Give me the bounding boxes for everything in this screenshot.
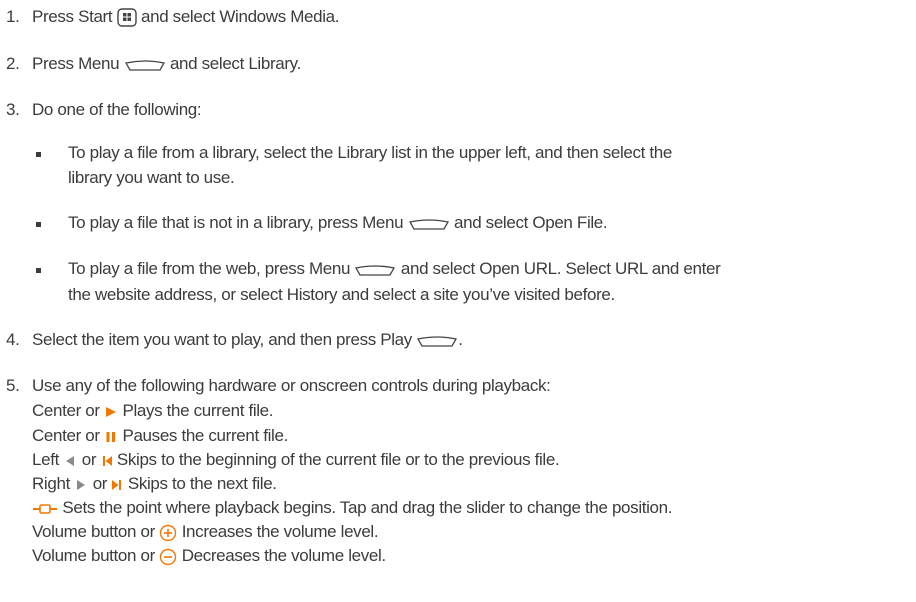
sub-item-3-post: and select Open URL. Select URL and ente… (400, 259, 721, 278)
sub-item-2-text: To play a file that is not in a library,… (68, 212, 608, 234)
menu-softkey-icon (354, 263, 396, 277)
pause-icon (104, 430, 118, 444)
menu-softkey-icon (408, 217, 450, 231)
step-number: 4. (6, 330, 20, 349)
left-arrow-icon (63, 454, 77, 468)
control-pause: Center or Pauses the current file. (32, 426, 288, 445)
play-softkey-icon (416, 334, 458, 348)
play-icon (104, 405, 118, 419)
seek-slider-icon (32, 502, 58, 516)
sub-item-3-line2: the website address, or select History a… (68, 285, 615, 304)
volume-up-icon (159, 524, 177, 542)
step-1-pre: Press Start (32, 7, 113, 26)
step-number: 2. (6, 54, 20, 73)
step-5-text: Use any of the following hardware or ons… (32, 376, 551, 395)
step-2-text: Press Menu and select Library. (32, 53, 301, 75)
instructions-page: 1. Press Start and select Windows Media.… (0, 0, 916, 602)
bullet (36, 222, 41, 227)
sub-item-2-pre: To play a file that is not in a library,… (68, 213, 404, 232)
control-seek: Sets the point where playback begins. Ta… (32, 497, 672, 519)
control-previous: Left or Skips to the beginning of the cu… (32, 450, 560, 469)
control-volume-up: Volume button or Increases the volume le… (32, 522, 379, 542)
step-1-post: and select Windows Media. (140, 7, 340, 26)
step-4-text: Select the item you want to play, and th… (32, 329, 463, 351)
control-next: Right or Skips to the next file. (32, 474, 277, 493)
volume-down-icon (159, 548, 177, 566)
control-play: Center or Plays the current file. (32, 401, 274, 420)
bullet (36, 152, 41, 157)
step-4-post: . (458, 330, 463, 349)
step-1-text: Press Start and select Windows Media. (32, 6, 340, 28)
windows-start-icon (116, 8, 137, 27)
step-number: 1. (6, 7, 20, 26)
menu-softkey-icon (124, 58, 166, 72)
sub-item-3-pre: To play a file from the web, press Menu (68, 259, 351, 278)
step-2-post: and select Library. (169, 54, 301, 73)
sub-item-2-post: and select Open File. (453, 213, 608, 232)
next-icon (111, 478, 123, 492)
sub-item-1-line1: To play a file from a library, select th… (68, 143, 673, 162)
step-2-pre: Press Menu (32, 54, 120, 73)
step-3-text: Do one of the following: (32, 100, 202, 119)
control-volume-down: Volume button or Decreases the volume le… (32, 546, 386, 566)
sub-item-3-line1: To play a file from the web, press Menu … (68, 258, 721, 280)
bullet (36, 268, 41, 273)
step-number: 3. (6, 100, 20, 119)
sub-item-1-line2: library you want to use. (68, 168, 235, 187)
step-number: 5. (6, 376, 20, 395)
previous-icon (101, 454, 113, 468)
right-arrow-icon (74, 478, 88, 492)
step-4-pre: Select the item you want to play, and th… (32, 330, 412, 349)
